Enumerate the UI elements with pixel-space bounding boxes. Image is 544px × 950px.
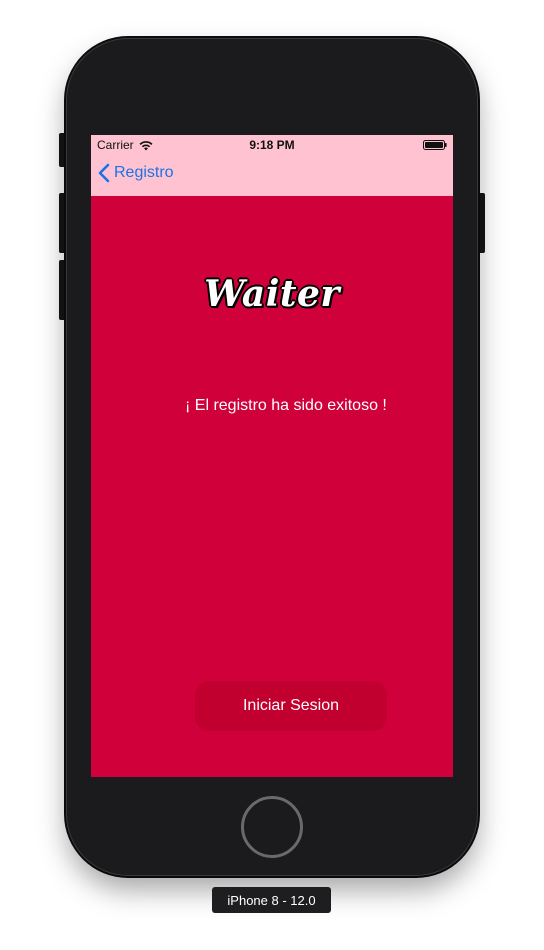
success-message: ¡ El registro ha sido exitoso ! xyxy=(185,397,387,414)
brand-title: Waiter xyxy=(204,273,340,315)
navigation-bar: Carrier 9:18 PM Registro xyxy=(91,135,453,196)
status-bar: Carrier 9:18 PM xyxy=(91,135,453,155)
status-time: 9:18 PM xyxy=(249,138,295,152)
device-label: iPhone 8 - 12.0 xyxy=(212,887,331,913)
home-button[interactable] xyxy=(241,796,303,858)
back-button-label: Registro xyxy=(114,164,174,181)
power-button xyxy=(477,193,485,253)
app-screen: Carrier 9:18 PM Registro Waiter ¡ El reg… xyxy=(91,135,453,777)
back-button[interactable]: Registro xyxy=(98,163,174,183)
simulator-window: Carrier 9:18 PM Registro Waiter ¡ El reg… xyxy=(0,0,544,950)
login-button[interactable]: Iniciar Sesion xyxy=(195,681,387,731)
battery-icon xyxy=(423,140,447,150)
chevron-left-icon xyxy=(98,163,110,183)
